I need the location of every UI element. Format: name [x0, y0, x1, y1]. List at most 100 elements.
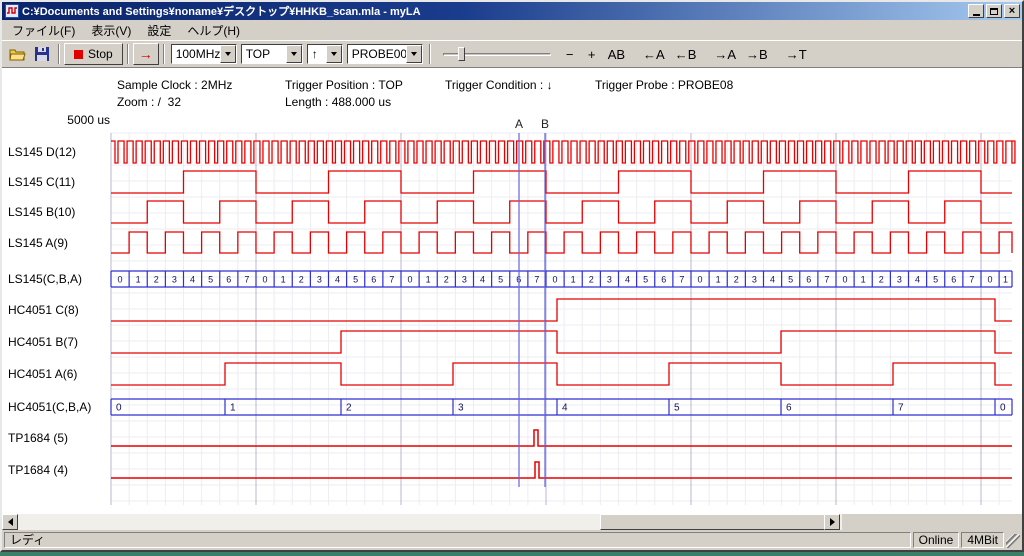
minimize-button[interactable] — [968, 4, 984, 18]
svg-text:0: 0 — [118, 275, 123, 285]
zoom-in-button[interactable]: + — [581, 43, 603, 65]
goto-cursor-b-button[interactable]: ←B — [670, 43, 702, 65]
svg-text:5: 5 — [674, 403, 680, 414]
scroll-left-button[interactable] — [2, 514, 18, 530]
svg-text:0: 0 — [116, 403, 122, 414]
triangle-glyph — [225, 52, 231, 56]
channel-label: HC4051 A(6) — [8, 366, 110, 382]
svg-text:3: 3 — [317, 275, 322, 285]
svg-text:5: 5 — [643, 275, 648, 285]
run-button[interactable]: → — [133, 43, 159, 65]
zoom-slider[interactable] — [443, 44, 551, 64]
open-folder-icon — [9, 47, 27, 61]
trigger-position-value: TOP — [242, 47, 286, 61]
scrollbar-row — [2, 514, 1022, 530]
svg-text:6: 6 — [951, 275, 956, 285]
goto-cursor-a-button[interactable]: ←A — [638, 43, 670, 65]
svg-text:7: 7 — [244, 275, 249, 285]
app-window: C:¥Documents and Settings¥noname¥デスクトップ¥… — [0, 0, 1024, 552]
channel-label: LS145 B(10) — [8, 204, 110, 220]
chevron-down-icon[interactable] — [326, 45, 342, 63]
svg-text:0: 0 — [843, 275, 848, 285]
svg-text:A: A — [515, 117, 523, 131]
triangle-glyph — [411, 52, 417, 56]
menu-help[interactable]: ヘルプ(H) — [179, 20, 248, 41]
chevron-down-icon[interactable] — [406, 45, 422, 63]
trigger-edge-select[interactable]: ↑ — [307, 44, 343, 64]
arrow-left-icon — [8, 518, 13, 526]
zoom-out-button[interactable]: − — [559, 43, 581, 65]
triangle-glyph — [331, 52, 337, 56]
scrollbar-filler — [842, 514, 1022, 530]
window-title: C:¥Documents and Settings¥noname¥デスクトップ¥… — [22, 3, 966, 19]
svg-text:5: 5 — [353, 275, 358, 285]
svg-text:0: 0 — [263, 275, 268, 285]
svg-text:1: 1 — [716, 275, 721, 285]
svg-text:2: 2 — [879, 275, 884, 285]
svg-text:6: 6 — [786, 403, 792, 414]
scrollbar-thumb[interactable] — [600, 514, 826, 530]
svg-text:4: 4 — [770, 275, 775, 285]
set-cursor-a-button[interactable]: →A — [709, 43, 741, 65]
title-bar: C:¥Documents and Settings¥noname¥デスクトップ¥… — [2, 2, 1022, 20]
sample-clock-select[interactable]: 100MHz — [171, 44, 237, 64]
resize-grip[interactable] — [1006, 534, 1020, 548]
svg-text:7: 7 — [898, 403, 904, 414]
svg-text:4: 4 — [562, 403, 568, 414]
svg-text:5: 5 — [933, 275, 938, 285]
save-button[interactable] — [30, 43, 54, 65]
chevron-down-icon[interactable] — [286, 45, 302, 63]
svg-text:5: 5 — [208, 275, 213, 285]
svg-text:5: 5 — [788, 275, 793, 285]
run-arrow-icon: → — [139, 46, 153, 62]
svg-text:0: 0 — [408, 275, 413, 285]
chevron-down-icon[interactable] — [220, 45, 236, 63]
stop-button[interactable]: Stop — [64, 43, 123, 65]
svg-text:6: 6 — [806, 275, 811, 285]
svg-text:4: 4 — [335, 275, 340, 285]
channel-label: TP1684 (4) — [8, 462, 110, 478]
close-button[interactable]: × — [1004, 4, 1020, 18]
svg-text:1: 1 — [1003, 275, 1008, 285]
app-icon — [5, 4, 19, 18]
toolbar-separator — [58, 44, 60, 64]
svg-text:B: B — [541, 117, 549, 131]
svg-text:3: 3 — [458, 403, 464, 414]
scroll-right-button[interactable] — [824, 514, 840, 530]
stop-icon — [74, 50, 83, 59]
open-file-button[interactable] — [6, 43, 30, 65]
trigger-position-select[interactable]: TOP — [241, 44, 303, 64]
waveform-panel: Sample Clock : 2MHz Trigger Position : T… — [2, 68, 1022, 514]
menu-settings[interactable]: 設定 — [139, 20, 179, 41]
probe-select[interactable]: PROBE00 — [347, 44, 423, 64]
ab-button[interactable]: AB — [603, 43, 630, 65]
toolbar-separator — [127, 44, 129, 64]
horizontal-scrollbar[interactable] — [2, 514, 842, 530]
svg-text:4: 4 — [915, 275, 920, 285]
memory-status: 4MBit — [961, 532, 1004, 548]
svg-text:0: 0 — [988, 275, 993, 285]
svg-text:0: 0 — [1000, 403, 1006, 414]
svg-text:2: 2 — [734, 275, 739, 285]
menu-file[interactable]: ファイル(F) — [4, 20, 83, 41]
svg-text:6: 6 — [661, 275, 666, 285]
channel-label: LS145 C(11) — [8, 174, 110, 190]
svg-text:3: 3 — [752, 275, 757, 285]
channel-label: LS145 A(9) — [8, 235, 110, 251]
waveform-canvas[interactable]: 0123456701234567012345670123456701234567… — [2, 68, 1022, 514]
svg-text:2: 2 — [154, 275, 159, 285]
maximize-button[interactable] — [986, 4, 1002, 18]
trigger-edge-value: ↑ — [308, 47, 326, 61]
svg-text:0: 0 — [553, 275, 558, 285]
channel-label: HC4051 B(7) — [8, 334, 110, 350]
svg-text:6: 6 — [226, 275, 231, 285]
svg-text:0: 0 — [698, 275, 703, 285]
svg-text:1: 1 — [136, 275, 141, 285]
svg-text:7: 7 — [824, 275, 829, 285]
toolbar: Stop → 100MHz TOP ↑ PROBE00 − + AB — [2, 40, 1022, 68]
menu-view[interactable]: 表示(V) — [83, 20, 139, 41]
svg-text:2: 2 — [299, 275, 304, 285]
zoom-slider-thumb[interactable] — [458, 47, 465, 61]
goto-trigger-button[interactable]: →T — [781, 43, 812, 65]
set-cursor-b-button[interactable]: →B — [741, 43, 773, 65]
